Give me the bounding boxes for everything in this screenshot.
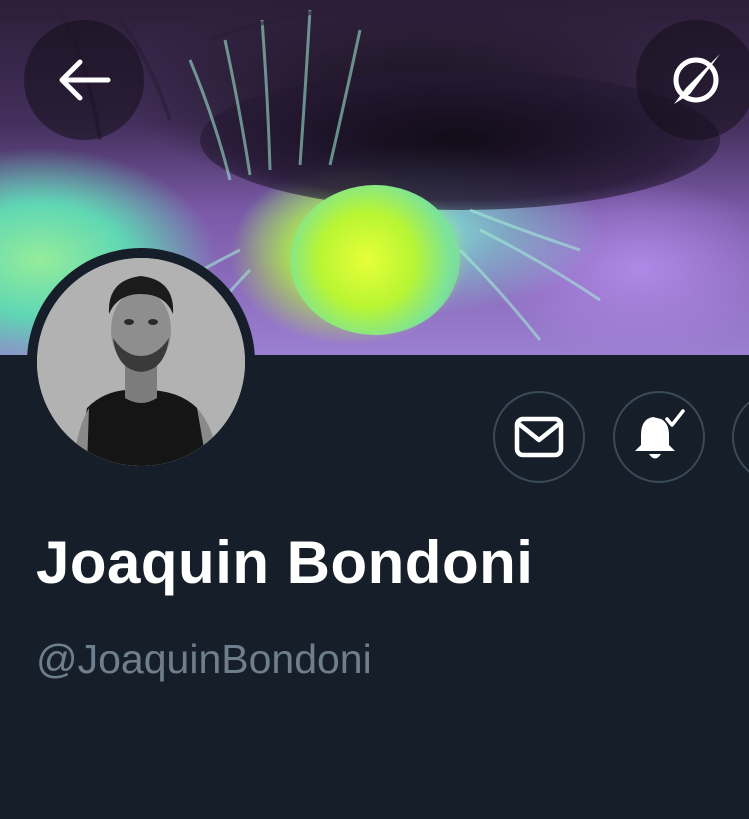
notifications-button[interactable] xyxy=(613,391,705,483)
envelope-icon xyxy=(514,416,564,458)
bell-check-icon xyxy=(635,409,685,459)
back-button[interactable] xyxy=(24,20,144,140)
compass-icon xyxy=(673,54,720,104)
more-button[interactable] xyxy=(732,391,749,483)
display-name: Joaquin Bondoni xyxy=(36,529,534,596)
handle: @JoaquinBondoni xyxy=(36,636,372,682)
avatar-photo xyxy=(37,258,245,466)
avatar[interactable] xyxy=(27,248,255,476)
message-button[interactable] xyxy=(493,391,585,483)
avatar-portrait xyxy=(37,258,245,466)
discover-button[interactable] xyxy=(636,20,749,140)
profile-screen: Joaquin Bondoni @JoaquinBondoni xyxy=(0,0,749,819)
back-arrow-icon xyxy=(59,59,111,101)
